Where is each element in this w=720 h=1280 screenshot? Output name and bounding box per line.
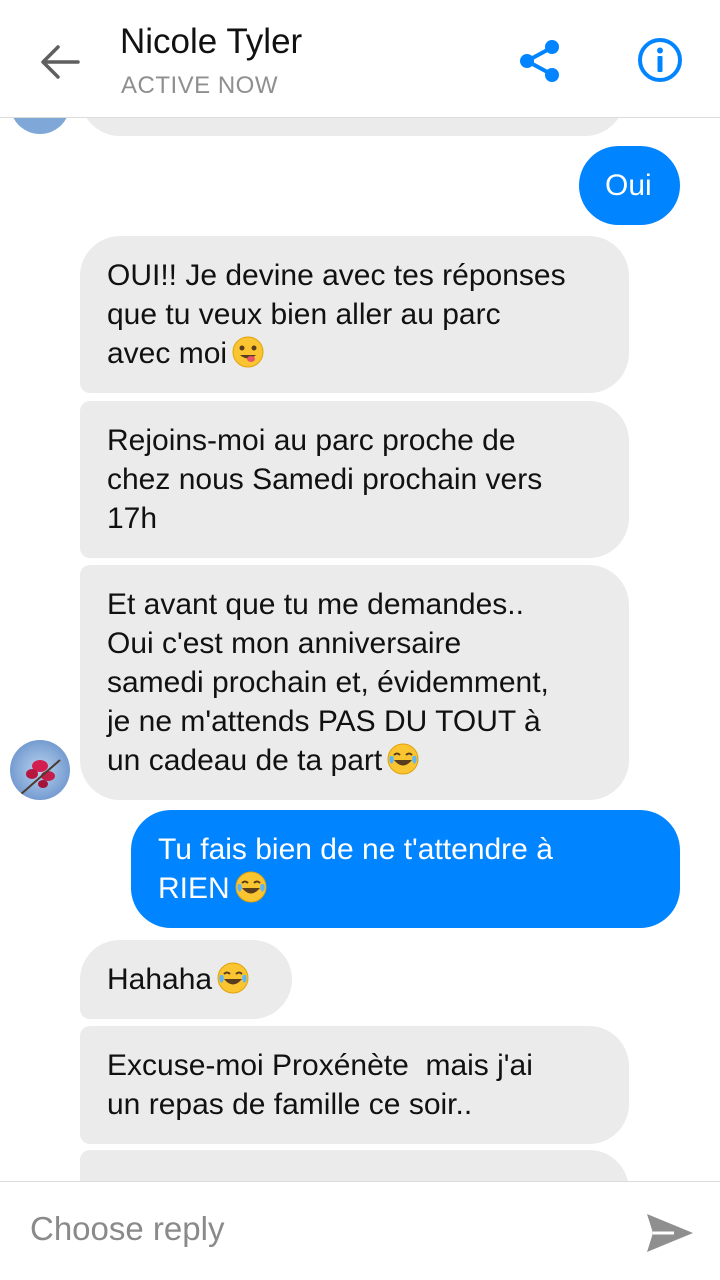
- contact-name[interactable]: Nicole Tyler: [120, 22, 302, 62]
- message-bubble-incoming[interactable]: Rejoins-moi au parc proche de chez nous …: [80, 401, 629, 558]
- message-text: Et avant que tu me demandes.. Oui c'est …: [107, 588, 549, 777]
- message-bubble-outgoing[interactable]: Tu fais bien de ne t'attendre à RIEN: [131, 810, 680, 928]
- contact-avatar[interactable]: [10, 740, 70, 800]
- back-arrow-icon[interactable]: [38, 40, 82, 84]
- message-bubble-outgoing[interactable]: Oui: [579, 146, 680, 225]
- message-bubble-incoming[interactable]: OUI!! Je devine avec tes réponses que tu…: [80, 236, 629, 393]
- message-text: Rejoins-moi au parc proche de chez nous …: [107, 424, 543, 535]
- message-text: Excuse-moi Proxénète mais j'ai un repas …: [107, 1049, 533, 1121]
- message-list[interactable]: Oui OUI!! Je devine avec tes réponses qu…: [0, 118, 720, 1181]
- tears-of-joy-emoji: [234, 870, 268, 904]
- message-bubble-incoming[interactable]: [80, 1150, 629, 1181]
- contact-avatar[interactable]: [10, 118, 70, 134]
- message-bubble-incoming[interactable]: Hahaha: [80, 940, 292, 1019]
- tongue-wink-emoji: [231, 335, 265, 369]
- message-bubble-incoming[interactable]: Et avant que tu me demandes.. Oui c'est …: [80, 565, 629, 800]
- message-bubble-incoming[interactable]: [80, 118, 625, 136]
- messenger-screen: Nicole Tyler ACTIVE NOW Oui OUI!! Je dev…: [0, 0, 720, 1280]
- send-icon[interactable]: [644, 1210, 696, 1256]
- info-icon[interactable]: [636, 36, 684, 84]
- reply-bar: Choose reply: [0, 1181, 720, 1280]
- message-bubble-incoming[interactable]: Excuse-moi Proxénète mais j'ai un repas …: [80, 1026, 629, 1144]
- share-icon[interactable]: [515, 36, 565, 86]
- tears-of-joy-emoji: [216, 961, 250, 995]
- tears-of-joy-emoji: [386, 742, 420, 776]
- message-text: OUI!! Je devine avec tes réponses que tu…: [107, 259, 566, 370]
- conversation-header: Nicole Tyler ACTIVE NOW: [0, 0, 720, 118]
- choose-reply-field[interactable]: Choose reply: [30, 1210, 590, 1256]
- message-text: Hahaha: [107, 963, 213, 996]
- message-text: Tu fais bien de ne t'attendre à RIEN: [158, 833, 553, 905]
- message-text: Oui: [605, 169, 652, 202]
- active-status: ACTIVE NOW: [121, 72, 279, 99]
